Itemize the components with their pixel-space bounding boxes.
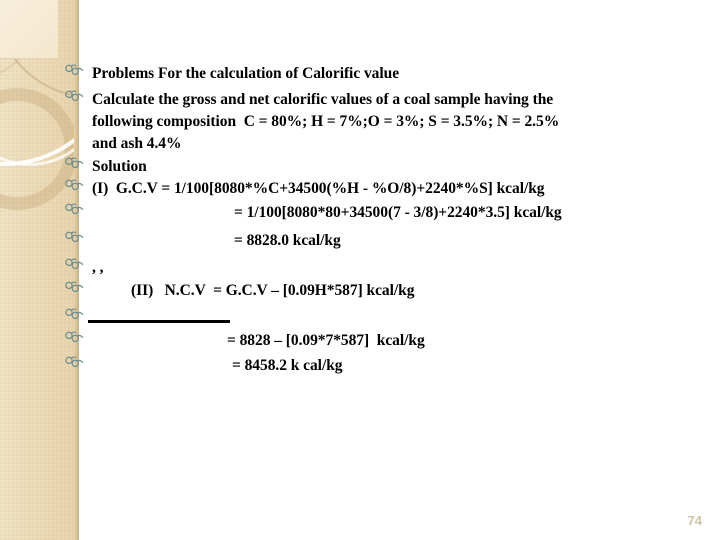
text-line: and ash 4.4% bbox=[92, 135, 182, 152]
horizontal-rule bbox=[88, 320, 230, 323]
bullet-icon bbox=[64, 231, 86, 251]
bullet-icon bbox=[64, 356, 86, 376]
bullet-icon bbox=[64, 157, 86, 177]
bullet-icon bbox=[64, 90, 86, 110]
bullet-icon bbox=[64, 308, 86, 328]
text-line: , , bbox=[92, 259, 104, 276]
bullet-icon bbox=[64, 331, 86, 351]
text-line: Problems For the calculation of Calorifi… bbox=[92, 65, 400, 82]
page-number: 74 bbox=[687, 513, 702, 528]
text-line: (II) N.C.V = G.C.V – [0.09H*587] kcal/kg bbox=[131, 282, 415, 299]
text-line: = 8458.2 k cal/kg bbox=[232, 357, 343, 374]
text-line: = 8828.0 kcal/kg bbox=[234, 232, 341, 249]
bullet-icon bbox=[64, 281, 86, 301]
bullet-icon bbox=[64, 179, 86, 199]
bullet-icon bbox=[64, 64, 86, 84]
slide-body-text: Problems For the calculation of Calorifi… bbox=[0, 0, 720, 540]
text-line: following composition C = 80%; H = 7%;O … bbox=[92, 113, 560, 130]
text-line: (I) G.C.V = 1/100[8080*%C+34500(%H - %O/… bbox=[92, 180, 545, 197]
text-line: = 1/100[8080*80+34500(7 - 3/8)+2240*3.5]… bbox=[234, 204, 562, 221]
text-line: Calculate the gross and net calorific va… bbox=[92, 91, 554, 108]
text-line: Solution bbox=[92, 158, 147, 175]
text-line: = 8828 – [0.09*7*587] kcal/kg bbox=[227, 332, 425, 349]
bullet-icon bbox=[64, 203, 86, 223]
bullet-icon bbox=[64, 258, 86, 278]
slide-canvas: Problems For the calculation of Calorifi… bbox=[0, 0, 720, 540]
